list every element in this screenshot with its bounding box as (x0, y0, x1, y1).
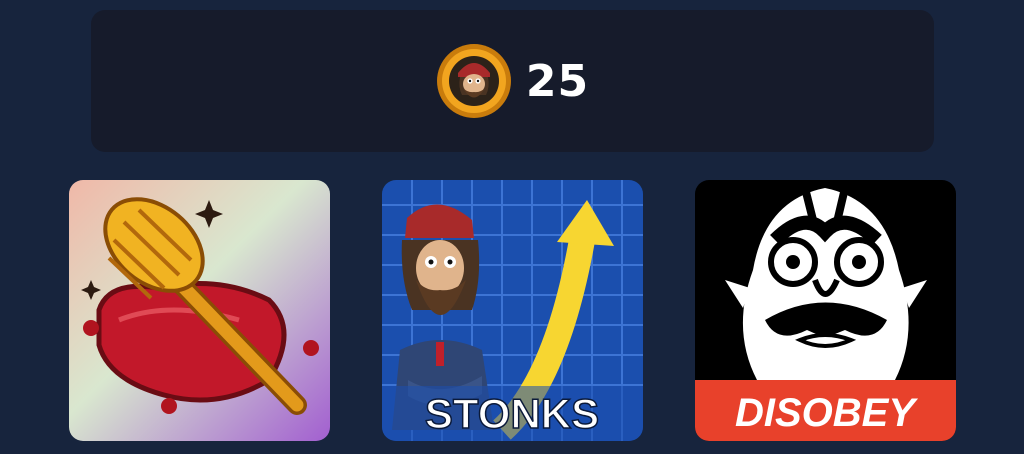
item-card-disobey[interactable]: DISOBEY (695, 180, 956, 441)
stonks-image: STONKS (382, 180, 643, 441)
stonks-caption: STONKS (425, 390, 599, 437)
item-card-stonks[interactable]: STONKS (382, 180, 643, 441)
bearded-man-coin-icon (436, 44, 511, 118)
brush-pillow-image (69, 180, 330, 441)
balance-bar: 25 (91, 10, 934, 152)
disobey-caption: DISOBEY (735, 391, 918, 435)
coin-count: 25 (525, 55, 590, 107)
item-card-brush-pillow[interactable] (69, 180, 330, 441)
disobey-image: DISOBEY (695, 180, 956, 441)
